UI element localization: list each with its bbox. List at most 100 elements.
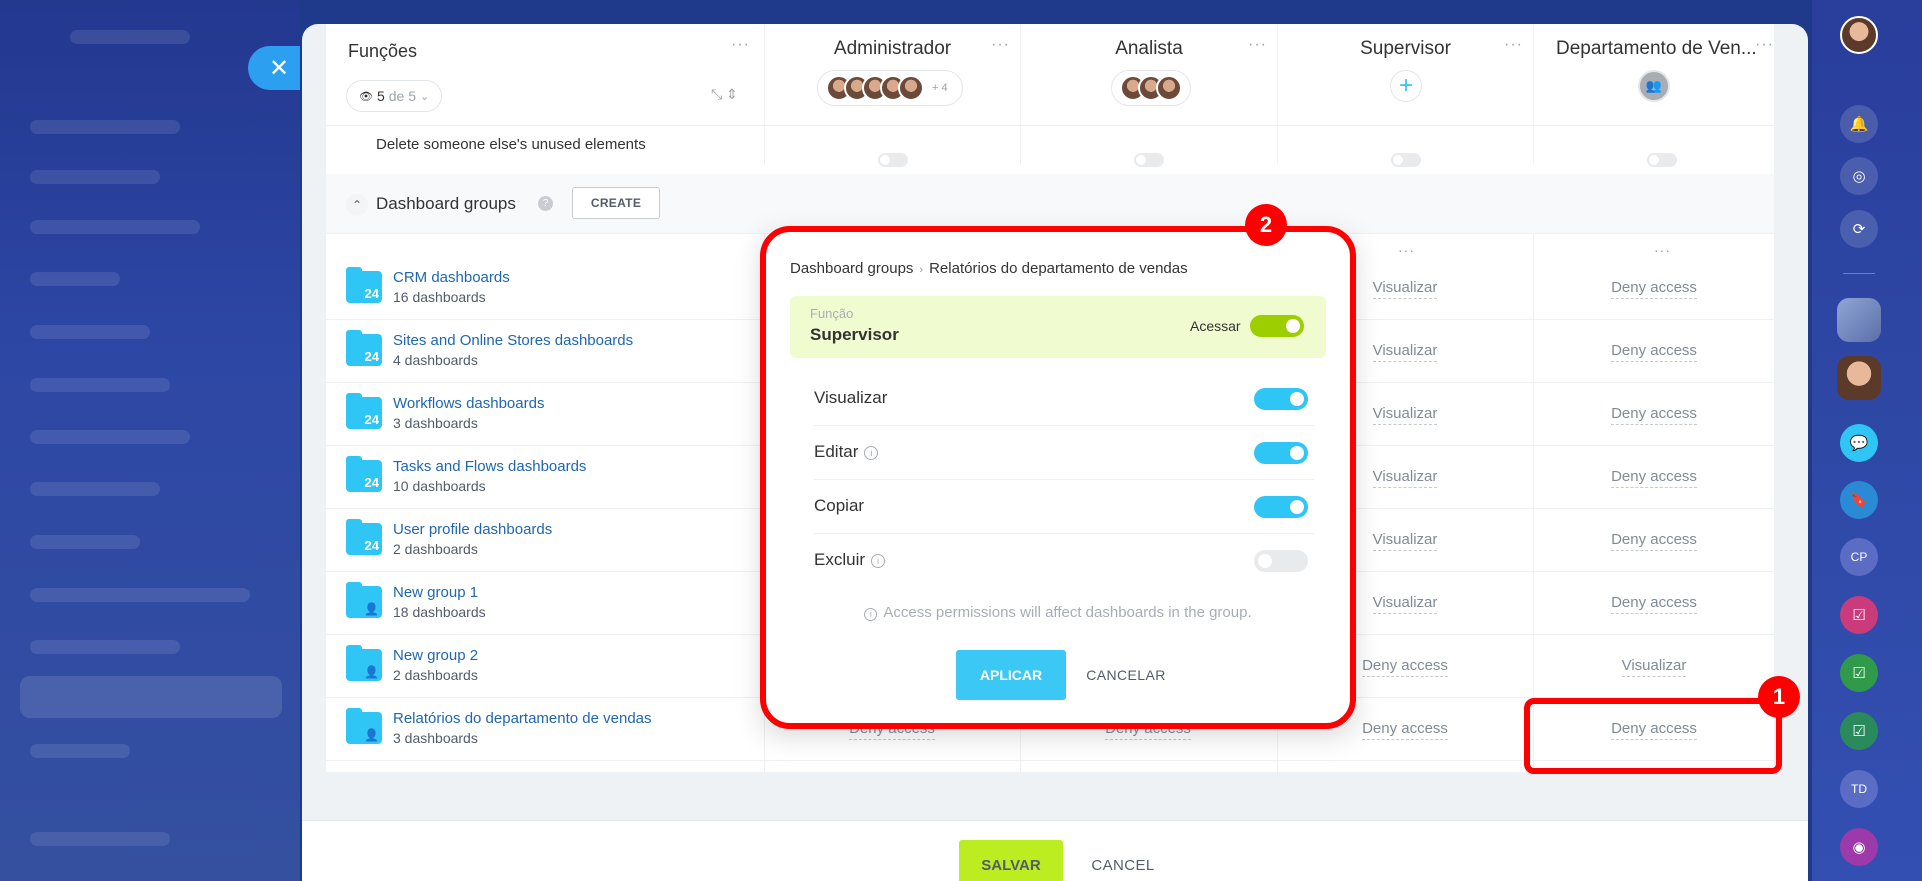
annotation-highlight-2 bbox=[760, 226, 1356, 729]
group-count: 2 dashboards bbox=[393, 667, 478, 683]
user-folder-icon: 👤 bbox=[346, 708, 382, 744]
toggle-switch[interactable] bbox=[878, 153, 908, 167]
toggle-switch[interactable] bbox=[1647, 153, 1677, 167]
dashboard-folder-icon: 24 bbox=[346, 267, 382, 303]
group-name-link[interactable]: New group 1 bbox=[393, 584, 478, 601]
app-tile-icon[interactable] bbox=[1837, 298, 1881, 342]
background-sidebar bbox=[0, 0, 300, 881]
group-name-link[interactable]: Workflows dashboards bbox=[393, 395, 544, 412]
dashboard-folder-icon: 24 bbox=[346, 330, 382, 366]
dept-access-cell[interactable]: Deny access bbox=[1554, 405, 1754, 425]
toggle-switch[interactable] bbox=[1134, 153, 1164, 167]
blurred-item bbox=[30, 640, 180, 654]
blurred-item bbox=[30, 120, 180, 134]
group-count: 18 dashboards bbox=[393, 604, 486, 620]
user-folder-icon: 👤 bbox=[346, 645, 382, 681]
footer-bar: SALVAR CANCEL bbox=[302, 820, 1808, 881]
group-count: 3 dashboards bbox=[393, 730, 478, 746]
analista-members[interactable] bbox=[1111, 70, 1191, 106]
group-name-link[interactable]: Tasks and Flows dashboards bbox=[393, 458, 586, 475]
group-count: 16 dashboards bbox=[393, 289, 486, 305]
chevron-up-icon[interactable]: ⌃ bbox=[346, 194, 368, 216]
user-avatar[interactable] bbox=[1840, 16, 1878, 54]
visible-roles-counter[interactable]: 👁 5 de 5 ⌄ bbox=[346, 80, 443, 112]
bell-icon[interactable]: 🔔 bbox=[1840, 105, 1878, 143]
blurred-item bbox=[30, 220, 200, 234]
blurred-item bbox=[30, 832, 170, 846]
create-button[interactable]: CREATE bbox=[572, 187, 660, 219]
target-icon[interactable]: ◎ bbox=[1840, 157, 1878, 195]
functions-more-icon[interactable]: ··· bbox=[731, 36, 750, 54]
column-more-icon[interactable]: ··· bbox=[991, 36, 1010, 54]
dept-access-cell[interactable]: Deny access bbox=[1554, 468, 1754, 488]
dashboard-folder-icon: 24 bbox=[346, 456, 382, 492]
dept-access-cell[interactable]: Visualizar bbox=[1554, 657, 1754, 677]
dashboard-folder-icon: 24 bbox=[346, 519, 382, 555]
contact-avatar[interactable] bbox=[1837, 356, 1881, 400]
task-icon[interactable]: ☑ bbox=[1840, 596, 1878, 634]
blurred-item bbox=[30, 430, 190, 444]
column-more-icon[interactable]: ··· bbox=[1654, 242, 1671, 258]
dept-access-cell[interactable]: Deny access bbox=[1554, 342, 1754, 362]
annotation-badge-2: 2 bbox=[1245, 204, 1287, 246]
column-title: Departamento de Ven... bbox=[1556, 38, 1757, 59]
group-name-link[interactable]: Sites and Online Stores dashboards bbox=[393, 332, 633, 349]
group-name-link[interactable]: Relatórios do departamento de vendas bbox=[393, 710, 652, 727]
eye-icon: 👁 bbox=[359, 90, 373, 103]
task-icon[interactable]: ☑ bbox=[1840, 712, 1878, 750]
group-count: 2 dashboards bbox=[393, 541, 478, 557]
td-avatar[interactable]: TD bbox=[1840, 770, 1878, 808]
avatar bbox=[898, 75, 924, 101]
column-more-icon[interactable]: ··· bbox=[1504, 36, 1523, 54]
group-name-link[interactable]: CRM dashboards bbox=[393, 269, 510, 286]
cp-avatar[interactable]: CP bbox=[1840, 538, 1878, 576]
dept-access-cell[interactable]: Deny access bbox=[1554, 279, 1754, 299]
group-name-link[interactable]: User profile dashboards bbox=[393, 521, 552, 538]
annotation-highlight-1 bbox=[1524, 698, 1782, 774]
section-title: Dashboard groups bbox=[376, 194, 516, 213]
blurred-item bbox=[30, 272, 120, 286]
group-count: 4 dashboards bbox=[393, 352, 478, 368]
counter-suffix: de 5 bbox=[388, 88, 417, 104]
dashboard-folder-icon: 24 bbox=[346, 393, 382, 429]
column-more-icon[interactable]: ··· bbox=[1248, 36, 1267, 54]
close-slider-button[interactable]: ✕ bbox=[248, 46, 300, 90]
dept-access-cell[interactable]: Deny access bbox=[1554, 594, 1754, 614]
counter-value: 5 bbox=[376, 88, 385, 104]
user-folder-icon: 👤 bbox=[346, 582, 382, 618]
spiral-icon[interactable]: ◉ bbox=[1840, 828, 1878, 866]
blurred-item bbox=[30, 482, 160, 496]
column-more-icon[interactable]: ··· bbox=[1755, 36, 1774, 54]
save-button[interactable]: SALVAR bbox=[959, 840, 1063, 881]
close-icon: ✕ bbox=[268, 54, 290, 82]
chat-icon[interactable]: 💬 bbox=[1840, 424, 1878, 462]
admin-members[interactable]: + 4 bbox=[817, 70, 963, 106]
collapse-expand-icon[interactable]: ⤡ ⇕ bbox=[711, 86, 738, 103]
blurred-item bbox=[30, 170, 160, 184]
group-count: 3 dashboards bbox=[393, 415, 478, 431]
group-name-link[interactable]: New group 2 bbox=[393, 647, 478, 664]
add-member-icon[interactable]: + bbox=[1390, 70, 1422, 102]
blurred-logo bbox=[70, 30, 190, 44]
right-bar-divider bbox=[1843, 273, 1875, 274]
column-more-icon[interactable]: ··· bbox=[1398, 242, 1415, 258]
sync-icon[interactable]: ⟳ bbox=[1840, 210, 1878, 248]
blurred-item bbox=[30, 535, 140, 549]
group-count: 10 dashboards bbox=[393, 478, 486, 494]
cancel-button[interactable]: CANCEL bbox=[1082, 840, 1164, 881]
task-icon[interactable]: ☑ bbox=[1840, 654, 1878, 692]
dept-access-cell[interactable]: Deny access bbox=[1554, 531, 1754, 551]
department-group-icon: 👥 bbox=[1638, 70, 1670, 102]
blurred-item bbox=[30, 378, 170, 392]
toggle-switch[interactable] bbox=[1391, 153, 1421, 167]
table-header: Funções ··· 👁 5 de 5 ⌄ ⤡ ⇕ Administrador… bbox=[326, 24, 1774, 164]
permission-label: Delete someone else's unused elements bbox=[376, 136, 646, 153]
bookmark-icon[interactable]: 🔖 bbox=[1840, 481, 1878, 519]
blurred-active-item bbox=[20, 676, 282, 718]
column-title: Supervisor bbox=[1360, 38, 1451, 59]
blurred-item bbox=[30, 325, 150, 339]
more-members-count: + 4 bbox=[932, 82, 948, 94]
help-icon[interactable]: ? bbox=[538, 196, 553, 211]
chevron-down-icon: ⌄ bbox=[420, 90, 430, 103]
column-title: Administrador bbox=[833, 38, 952, 59]
